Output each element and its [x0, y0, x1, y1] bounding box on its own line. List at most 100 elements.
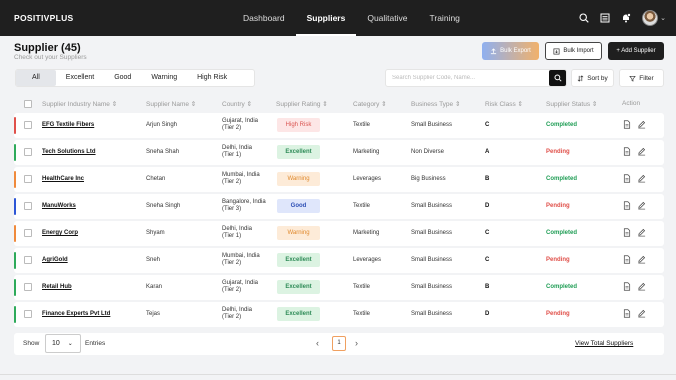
- col-industry[interactable]: Supplier Industry Name ⇕: [42, 100, 117, 108]
- bulk-export-button[interactable]: Bulk Export: [482, 42, 539, 60]
- supplier-industry-link[interactable]: Retail Hub: [42, 284, 72, 290]
- col-country[interactable]: Country ⇕: [222, 100, 252, 108]
- view-document-icon[interactable]: [623, 309, 631, 320]
- edit-icon[interactable]: [637, 120, 646, 131]
- rating-badge: Warning: [277, 172, 320, 186]
- status-badge: Completed: [546, 284, 578, 290]
- category: Leverages: [353, 257, 382, 263]
- rating-indicator: [14, 225, 16, 242]
- edit-icon[interactable]: [637, 282, 646, 293]
- rating-badge: High Risk: [277, 118, 320, 132]
- sort-by-button[interactable]: Sort by: [571, 69, 614, 87]
- status-badge: Pending: [546, 203, 570, 209]
- view-document-icon[interactable]: [623, 120, 631, 131]
- bulk-import-button[interactable]: Bulk Import: [545, 42, 602, 60]
- tab-excellent[interactable]: Excellent: [56, 70, 104, 86]
- supplier-industry-link[interactable]: Finance Experts Pvt Ltd: [42, 311, 110, 317]
- supplier-industry-link[interactable]: ManuWorks: [42, 203, 76, 209]
- rating-badge: Excellent: [277, 253, 320, 267]
- nav-qualitative[interactable]: Qualitative: [356, 0, 418, 36]
- supplier-name: Sneha Singh: [146, 203, 181, 209]
- view-document-icon[interactable]: [623, 201, 631, 212]
- view-document-icon[interactable]: [623, 255, 631, 266]
- col-supplier-name[interactable]: Supplier Name ⇕: [146, 100, 196, 108]
- table-row: Energy Corp Shyam Delhi, India (Tier 1) Warn…: [14, 221, 664, 246]
- supplier-industry-link[interactable]: AgriGold: [42, 257, 68, 263]
- country: Delhi, India (Tier 2): [222, 307, 253, 320]
- risk-class: C: [485, 122, 490, 128]
- table-header: Supplier Industry Name ⇕ Supplier Name ⇕…: [14, 96, 664, 112]
- edit-icon[interactable]: [637, 255, 646, 266]
- view-document-icon[interactable]: [623, 282, 631, 293]
- edit-icon[interactable]: [637, 174, 646, 185]
- category: Marketing: [353, 149, 380, 155]
- view-document-icon[interactable]: [623, 174, 631, 185]
- rating-badge: Excellent: [277, 280, 320, 294]
- supplier-industry-link[interactable]: HealthCare Inc: [42, 176, 84, 182]
- row-checkbox[interactable]: [24, 148, 32, 156]
- select-all-checkbox[interactable]: [24, 100, 32, 108]
- col-business-type[interactable]: Business Type ⇕: [411, 100, 460, 108]
- row-checkbox[interactable]: [24, 229, 32, 237]
- nav-dashboard[interactable]: Dashboard: [232, 0, 296, 36]
- supplier-industry-link[interactable]: EFG Textile Fibers: [42, 122, 94, 128]
- tab-warning[interactable]: Warning: [141, 70, 187, 86]
- import-icon: [553, 48, 560, 54]
- row-checkbox[interactable]: [24, 283, 32, 291]
- category: Textile: [353, 203, 371, 209]
- app-logo[interactable]: POSITIVPLUS: [14, 13, 74, 23]
- filter-button[interactable]: Filter: [619, 69, 664, 87]
- country: Gujarat, India (Tier 2): [222, 118, 259, 131]
- col-risk-class[interactable]: Risk Class ⇕: [485, 100, 523, 108]
- tab-all[interactable]: All: [16, 70, 56, 86]
- business-type: Small Business: [411, 122, 453, 128]
- clipboard-icon[interactable]: [600, 13, 610, 23]
- row-checkbox[interactable]: [24, 175, 32, 183]
- row-checkbox[interactable]: [24, 256, 32, 264]
- page-size-select[interactable]: 10 ⌄: [45, 334, 81, 353]
- country: Mumbai, India (Tier 2): [222, 253, 260, 266]
- category: Leverages: [353, 176, 382, 182]
- col-category[interactable]: Category ⇕: [353, 100, 387, 108]
- nav-suppliers[interactable]: Suppliers: [295, 0, 357, 36]
- avatar[interactable]: [642, 10, 659, 26]
- chevron-down-icon[interactable]: ⌄: [660, 14, 666, 22]
- bulk-import-label: Bulk Import: [563, 48, 594, 54]
- filter-icon: [629, 75, 637, 82]
- search-icon[interactable]: [579, 13, 589, 23]
- row-checkbox[interactable]: [24, 310, 32, 318]
- nav-training[interactable]: Training: [419, 0, 471, 36]
- col-status[interactable]: Supplier Status ⇕: [546, 100, 597, 108]
- supplier-name: Shyam: [146, 230, 165, 236]
- entries-label: Entries: [85, 340, 106, 347]
- edit-icon[interactable]: [637, 228, 646, 239]
- supplier-industry-link[interactable]: Energy Corp: [42, 230, 78, 236]
- row-checkbox[interactable]: [24, 202, 32, 210]
- table-row: EFG Textile Fibers Arjun Singh Gujarat, In…: [14, 113, 664, 138]
- search-button[interactable]: [549, 70, 566, 86]
- row-checkbox[interactable]: [24, 121, 32, 129]
- tab-good[interactable]: Good: [104, 70, 141, 86]
- edit-icon[interactable]: [637, 201, 646, 212]
- notification-icon[interactable]: [621, 13, 631, 23]
- table-row: Finance Experts Pvt Ltd Tejas Delhi, India…: [14, 302, 664, 327]
- search-icon: [553, 74, 562, 82]
- col-rating[interactable]: Supplier Rating ⇕: [276, 100, 328, 108]
- business-type: Big Business: [411, 176, 446, 182]
- add-supplier-button[interactable]: + Add Supplier: [608, 42, 664, 60]
- view-document-icon[interactable]: [623, 147, 631, 158]
- next-page-icon[interactable]: ›: [355, 338, 358, 348]
- status-badge: Pending: [546, 311, 570, 317]
- view-document-icon[interactable]: [623, 228, 631, 239]
- search-input[interactable]: [386, 70, 544, 86]
- view-total-suppliers-link[interactable]: View Total Suppliers: [575, 340, 633, 347]
- supplier-industry-link[interactable]: Tech Solutions Ltd: [42, 149, 96, 155]
- tab-high-risk[interactable]: High Risk: [187, 70, 237, 86]
- edit-icon[interactable]: [637, 309, 646, 320]
- rating-indicator: [14, 198, 16, 215]
- prev-page-icon[interactable]: ‹: [316, 338, 319, 348]
- edit-icon[interactable]: [637, 147, 646, 158]
- rating-badge: Warning: [277, 226, 320, 240]
- supplier-name: Sneh: [146, 257, 161, 263]
- current-page[interactable]: 1: [332, 336, 346, 351]
